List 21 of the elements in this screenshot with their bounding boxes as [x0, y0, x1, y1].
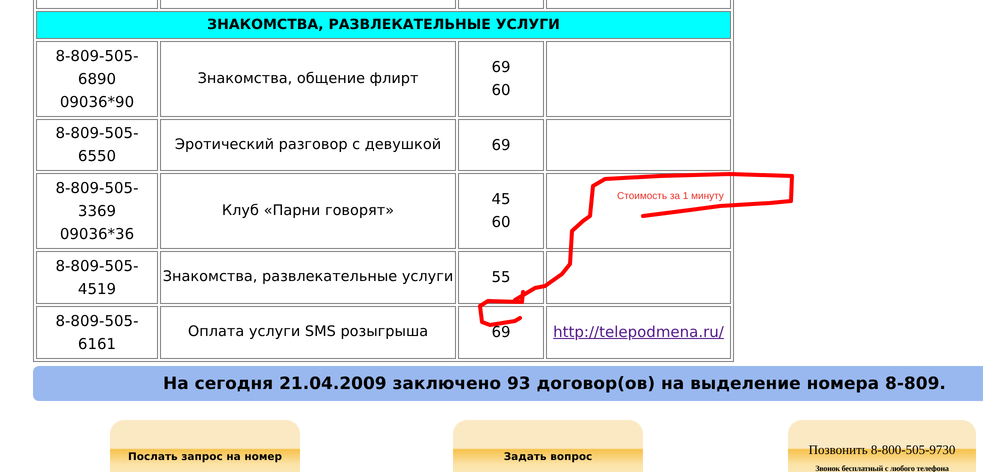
button[interactable]: Задать вопрос: [453, 420, 643, 472]
table-cell: 69: [458, 306, 544, 359]
table-cell: 8-809-505- 3369 09036*36: [36, 173, 158, 249]
table-cell: Знакомства, развлекательные услуги: [160, 251, 456, 304]
annotation-text: Стоимость за 1 минуту: [617, 191, 724, 202]
button[interactable]: Позвонить 8-800-505-9730 Звонок бесплатный с любого телефона: [788, 420, 976, 472]
table-cell: 69: [458, 119, 544, 171]
table-cell: Клуб «Парни говорят»: [160, 173, 456, 249]
table-cell: 55: [458, 251, 544, 304]
table-cell: Эротический разговор с девушкой: [160, 119, 456, 171]
button[interactable]: Послать запрос на номер: [110, 420, 300, 472]
table-cell: 8-809-505- 4519: [36, 251, 158, 304]
banner-text: На сегодня 21.04.2009 заключено 93 договор(ов) на выделение номера 8-809.: [163, 374, 946, 394]
table-cell: 8-809-505- 6550: [36, 119, 158, 171]
section-header: ЗНАКОМСТВА, РАЗВЛЕКАТЕЛЬНЫЕ УСЛУГИ: [36, 11, 731, 39]
table-cell: Оплата услуги SMS розыгрыша: [160, 306, 456, 359]
table-cell: 8-809-505- 6890 09036*90: [36, 41, 158, 117]
table-cell: 69 60: [458, 41, 544, 117]
table-cell: Знакомства, общение флирт: [160, 41, 456, 117]
table-cell: 45 60: [458, 173, 544, 249]
table-cell: 8-809-505- 6161: [36, 306, 158, 359]
